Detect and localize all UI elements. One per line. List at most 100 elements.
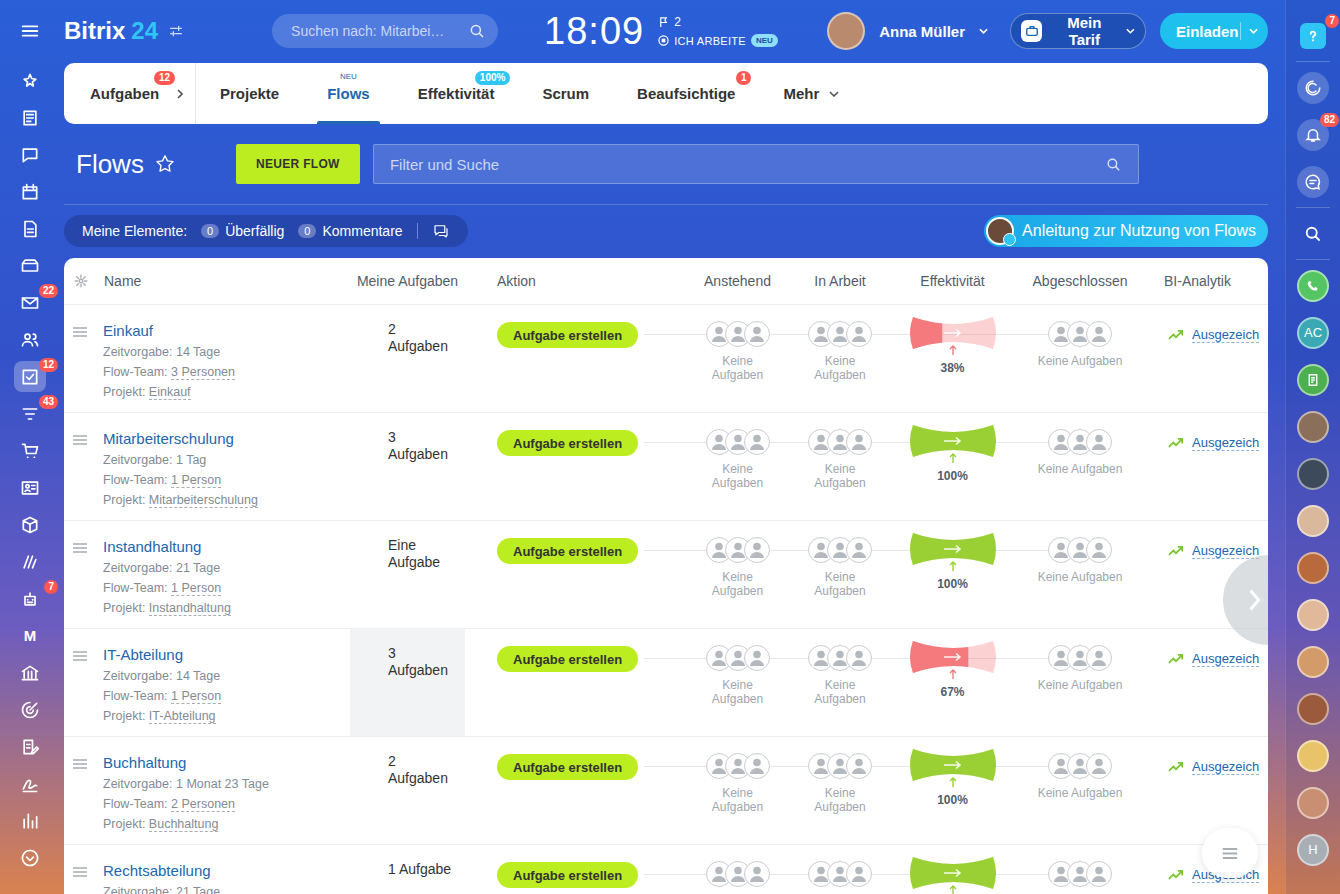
my-tasks-cell[interactable]: 2 Aufgaben (350, 737, 465, 844)
sidebar-item[interactable]: 12 (14, 358, 46, 395)
flow-team-link[interactable]: 3 Personen (171, 365, 235, 380)
flow-name-link[interactable]: Einkauf (103, 321, 235, 341)
effectiveness-cell[interactable]: 67% (885, 629, 1020, 736)
sidebar-item[interactable]: M (14, 617, 46, 654)
column-header[interactable]: Abgeschlossen (1020, 258, 1140, 304)
my-tasks-cell[interactable]: 3 Aufgaben (350, 629, 465, 736)
right-sidebar-item[interactable] (1293, 64, 1333, 111)
new-flow-button[interactable]: NEUER FLOW (236, 144, 360, 184)
tab[interactable]: Mehr (759, 63, 863, 124)
sidebar-item[interactable]: 7 (14, 580, 46, 617)
sidebar-item[interactable] (14, 247, 46, 284)
create-task-button[interactable]: Aufgabe erstellen (497, 646, 638, 672)
counter[interactable]: 0 Überfällig (201, 223, 284, 239)
sidebar-item[interactable] (14, 62, 46, 99)
right-sidebar-item[interactable] (1293, 158, 1333, 205)
bi-analytics-link[interactable]: Ausgezeich (1192, 543, 1259, 559)
project-link[interactable]: Einkauf (149, 385, 191, 400)
flow-name-link[interactable]: Rechtsabteilung (103, 861, 220, 881)
effectiveness-cell[interactable]: 100% (885, 737, 1020, 844)
effectiveness-cell[interactable]: 100% (885, 521, 1020, 628)
drag-handle-icon[interactable] (72, 866, 88, 878)
bi-analytics-link[interactable]: Ausgezeich (1192, 435, 1259, 451)
project-link[interactable]: IT-Abteilung (149, 709, 216, 724)
sidebar-item[interactable] (14, 321, 46, 358)
chat-read-icon[interactable] (432, 222, 450, 240)
right-sidebar-item[interactable] (1293, 638, 1333, 685)
right-sidebar-item[interactable] (1293, 497, 1333, 544)
column-header[interactable]: BI-Analytik (1140, 258, 1268, 304)
flow-name-link[interactable]: Mitarbeiterschulung (103, 429, 258, 449)
gear-icon[interactable] (74, 274, 88, 288)
sidebar-item[interactable] (14, 691, 46, 728)
create-task-button[interactable]: Aufgabe erstellen (497, 322, 638, 348)
column-header[interactable]: Meine Aufgaben (350, 258, 465, 304)
sidebar-item[interactable] (14, 173, 46, 210)
star-icon[interactable] (154, 153, 176, 175)
right-sidebar-item[interactable]: H (1293, 826, 1333, 873)
sidebar-item[interactable] (14, 136, 46, 173)
flow-name-link[interactable]: Buchhaltung (103, 753, 269, 773)
right-sidebar-item[interactable] (1293, 591, 1333, 638)
sidebar-item[interactable] (14, 728, 46, 765)
tab[interactable]: Aufgaben 12 (64, 63, 196, 124)
tariff-button[interactable]: Mein Tarif (1010, 13, 1146, 49)
drag-handle-icon[interactable] (72, 326, 88, 338)
work-status[interactable]: 2 ICH ARBEITE NEU (658, 15, 778, 47)
sidebar-item[interactable] (14, 654, 46, 691)
logo[interactable]: Bitrix 24 (64, 17, 158, 45)
column-header[interactable]: Effektivität (885, 258, 1020, 304)
tab[interactable]: Effektivität 100% (394, 63, 519, 124)
table-row[interactable]: Mitarbeiterschulung Zeitvorgabe: 1 Tag F… (64, 413, 1268, 521)
right-sidebar-item[interactable]: 7 (1293, 12, 1333, 59)
flow-team-link[interactable]: 1 Person (171, 473, 221, 488)
effectiveness-cell[interactable]: 100% (885, 413, 1020, 520)
my-tasks-cell[interactable]: 1 Aufgabe (350, 845, 465, 894)
my-tasks-cell[interactable]: 3 Aufgaben (350, 413, 465, 520)
create-task-button[interactable]: Aufgabe erstellen (497, 862, 638, 888)
flow-name-link[interactable]: IT-Abteilung (103, 645, 221, 665)
project-link[interactable]: Mitarbeiterschulung (149, 493, 258, 508)
sidebar-item[interactable] (14, 99, 46, 136)
counter[interactable]: 0 Kommentare (298, 223, 402, 239)
guide-button[interactable]: Anleitung zur Nutzung von Flows (984, 215, 1268, 247)
sidebar-item[interactable] (14, 210, 46, 247)
right-sidebar-item[interactable]: 82 (1293, 111, 1333, 158)
flow-name-link[interactable]: Instandhaltung (103, 537, 231, 557)
create-task-button[interactable]: Aufgabe erstellen (497, 430, 638, 456)
right-sidebar-item[interactable] (1293, 732, 1333, 779)
sidebar-item[interactable] (14, 506, 46, 543)
project-link[interactable]: Buchhaltung (149, 817, 219, 832)
tab[interactable]: Projekte (196, 63, 303, 124)
sidebar-item[interactable] (14, 543, 46, 580)
right-sidebar-item[interactable] (1293, 450, 1333, 497)
right-sidebar-item[interactable] (1293, 403, 1333, 450)
create-task-button[interactable]: Aufgabe erstellen (497, 754, 638, 780)
menu-button[interactable] (0, 20, 64, 42)
bi-analytics-link[interactable]: Ausgezeich (1192, 759, 1259, 775)
flow-team-link[interactable]: 1 Person (171, 689, 221, 704)
sidebar-item[interactable] (14, 469, 46, 506)
right-sidebar-item[interactable] (1293, 779, 1333, 826)
effectiveness-cell[interactable]: 38% (885, 305, 1020, 412)
drag-handle-icon[interactable] (72, 434, 88, 446)
column-header[interactable]: Name (64, 258, 350, 304)
column-header[interactable]: In Arbeit (795, 258, 885, 304)
my-tasks-cell[interactable]: 2 Aufgaben (350, 305, 465, 412)
sidebar-item[interactable]: 22 (14, 284, 46, 321)
table-row[interactable]: Buchhaltung Zeitvorgabe: 1 Monat 23 Tage… (64, 737, 1268, 845)
flow-team-link[interactable]: 1 Person (171, 581, 221, 596)
global-search[interactable]: Suchen nach: Mitarbei… (272, 14, 498, 48)
sidebar-item[interactable] (14, 839, 46, 876)
column-header[interactable]: Anstehend (680, 258, 795, 304)
project-link[interactable]: Instandhaltung (149, 601, 231, 616)
table-row[interactable]: Rechtsabteilung Zeitvorgabe: 21 Tage 1 A… (64, 845, 1268, 894)
list-view-button[interactable] (1202, 828, 1258, 878)
sidebar-item[interactable] (14, 765, 46, 802)
sidebar-item[interactable] (14, 802, 46, 839)
table-row[interactable]: Instandhaltung Zeitvorgabe: 21 Tage Flow… (64, 521, 1268, 629)
right-sidebar-item[interactable] (1293, 544, 1333, 591)
drag-handle-icon[interactable] (72, 542, 88, 554)
tab[interactable]: Beaufsichtige 1 (613, 63, 759, 124)
table-row[interactable]: Einkauf Zeitvorgabe: 14 Tage Flow-Team: … (64, 305, 1268, 413)
